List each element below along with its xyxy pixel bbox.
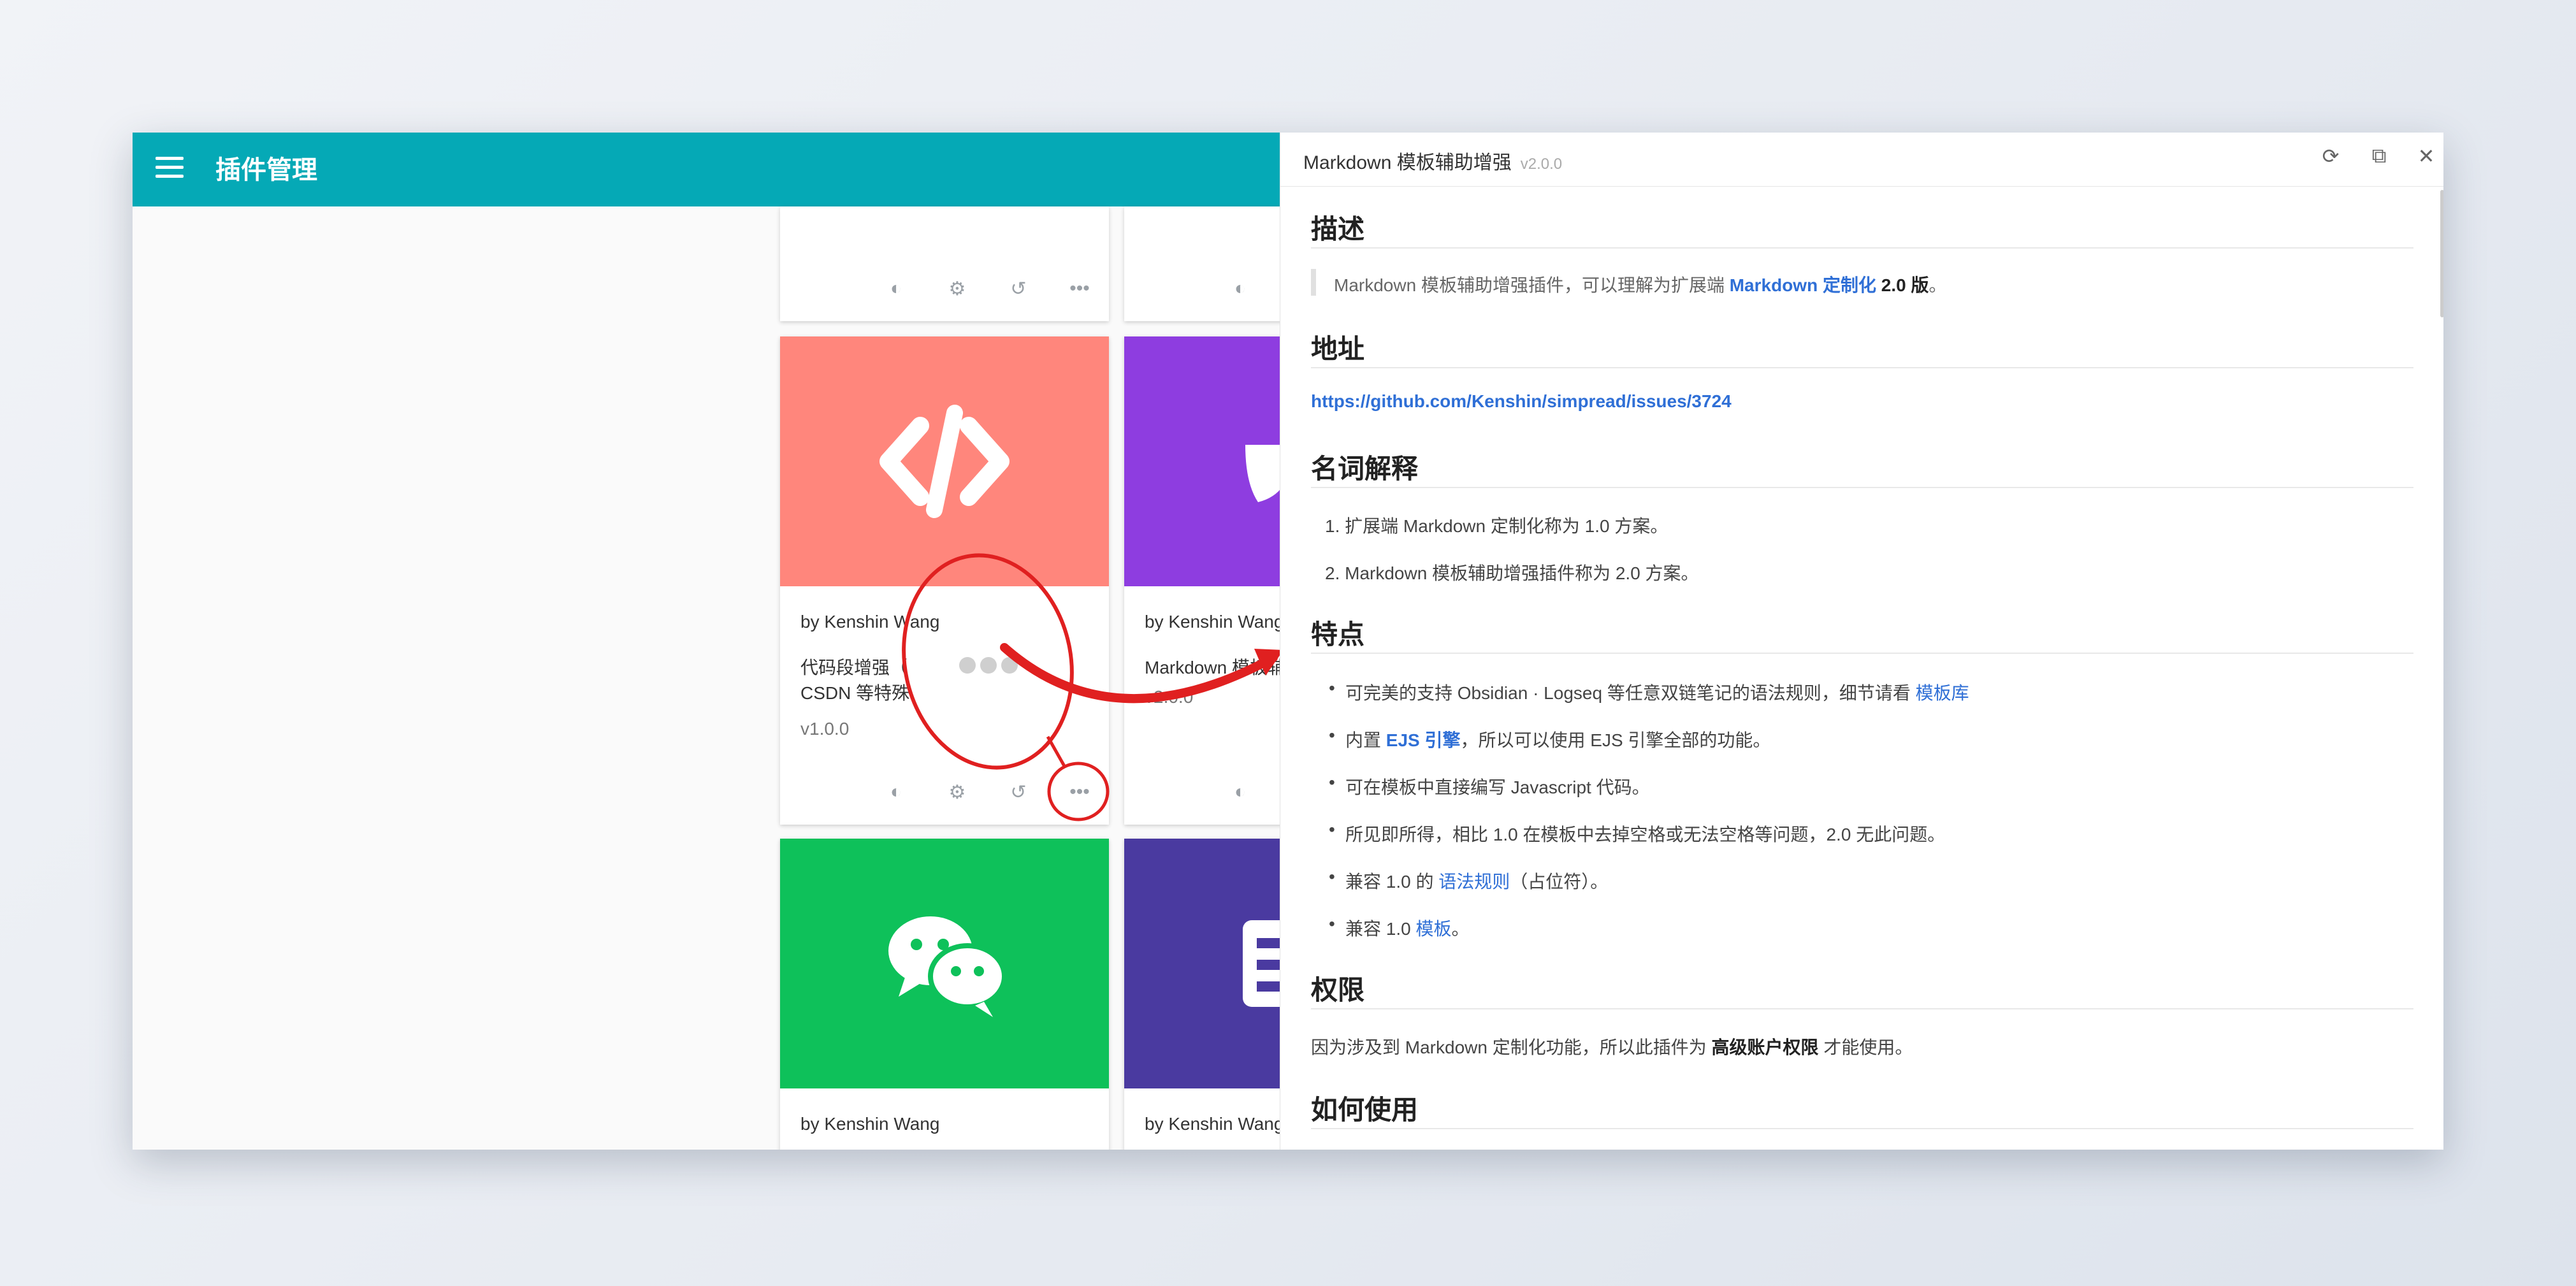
- panel-version: v2.0.0: [1520, 155, 1563, 173]
- app-window: 插件管理 ◐ ⚙ ↺ ••• ◐ by Kenshin Wang 代码段增强（ …: [133, 133, 2443, 1150]
- feature-text: （占位符）。: [1510, 872, 1609, 892]
- divider: [1311, 367, 2413, 368]
- section-heading-desc: 描述: [1311, 214, 1365, 244]
- plugin-detail-panel: Markdown 模板辅助增强 v2.0.0 ⟳ ⧉ ✕ 描述 Markdown …: [1280, 133, 2443, 1150]
- feature-text: 可完美的支持 Obsidian · Logseq 等任意双链笔记的语法规则，细节…: [1345, 683, 1911, 703]
- term-item: 2. Markdown 模板辅助增强插件称为 2.0 方案。: [1325, 563, 1699, 583]
- bullet: •: [1329, 678, 1335, 698]
- github-link[interactable]: https://github.com/Kenshin/simpread/issu…: [1311, 391, 1732, 412]
- feature-item: 可在模板中直接编写 Javascript 代码。: [1345, 777, 1650, 797]
- feature-item: 兼容 1.0 的 语法规则（占位符）。: [1345, 868, 1608, 893]
- permission-text-post: 才能使用。: [1823, 1037, 1913, 1057]
- ejs-engine-link[interactable]: EJS 引擎: [1386, 730, 1461, 750]
- section-heading-features: 特点: [1311, 619, 1365, 649]
- desc-text: Markdown 模板辅助增强插件，可以理解为扩展端: [1334, 275, 1725, 295]
- divider: [1311, 247, 2413, 249]
- advanced-account-label: 高级账户权限: [1711, 1037, 1819, 1057]
- bullet: •: [1329, 725, 1335, 745]
- section-heading-permission: 权限: [1311, 975, 1365, 1005]
- template-link[interactable]: 模板: [1416, 919, 1452, 939]
- blockquote-bar: [1311, 269, 1316, 296]
- syntax-rules-link[interactable]: 语法规则: [1438, 872, 1510, 892]
- panel-title: Markdown 模板辅助增强 v2.0.0: [1303, 147, 1562, 175]
- feature-item: 所见即所得，相比 1.0 在模板中去掉空格或无法空格等问题，2.0 无此问题。: [1345, 825, 1946, 844]
- panel-title-text: Markdown 模板辅助增强: [1303, 152, 1512, 173]
- divider: [1311, 1008, 2413, 1009]
- feature-item: 兼容 1.0 模板。: [1345, 915, 1470, 941]
- scrollbar[interactable]: [2440, 190, 2443, 317]
- permission-text-pre: 因为涉及到 Markdown 定制化功能，所以此插件为: [1311, 1037, 1707, 1057]
- refresh-icon[interactable]: ⟳: [2318, 144, 2343, 168]
- bullet: •: [1329, 820, 1335, 839]
- desc-end: 。: [1928, 275, 1947, 295]
- section-heading-usage: 如何使用: [1311, 1095, 1419, 1125]
- bullet: •: [1329, 914, 1335, 934]
- divider: [1311, 1128, 2413, 1129]
- bullet: •: [1329, 772, 1335, 792]
- desc-bold: 2.0 版: [1881, 275, 1929, 295]
- template-library-link[interactable]: 模板库: [1916, 683, 1969, 703]
- feature-text: 。: [1451, 919, 1470, 939]
- close-icon[interactable]: ✕: [2413, 144, 2439, 168]
- section-heading-address: 地址: [1311, 334, 1365, 364]
- bullet: •: [1329, 867, 1335, 886]
- divider: [1311, 487, 2413, 488]
- feature-text: 兼容 1.0 的: [1345, 872, 1434, 892]
- permission-text: 因为涉及到 Markdown 定制化功能，所以此插件为 高级账户权限 才能使用。: [1311, 1034, 1913, 1059]
- feature-text: ，所以可以使用 EJS 引擎全部的功能。: [1460, 730, 1771, 750]
- markdown-custom-link[interactable]: Markdown 定制化: [1730, 275, 1876, 295]
- divider: [1311, 653, 2413, 654]
- description-text: Markdown 模板辅助增强插件，可以理解为扩展端 Markdown 定制化 …: [1334, 271, 1947, 297]
- feature-text: 内置: [1345, 730, 1382, 750]
- feature-text: 兼容 1.0: [1345, 919, 1411, 939]
- external-link-icon[interactable]: ⧉: [2366, 144, 2392, 168]
- section-heading-terms: 名词解释: [1311, 454, 1419, 484]
- feature-item: 可完美的支持 Obsidian · Logseq 等任意双链笔记的语法规则，细节…: [1345, 679, 1969, 705]
- term-item: 1. 扩展端 Markdown 定制化称为 1.0 方案。: [1325, 516, 1668, 536]
- feature-item: 内置 EJS 引擎，所以可以使用 EJS 引擎全部的功能。: [1345, 726, 1770, 752]
- panel-header: Markdown 模板辅助增强 v2.0.0 ⟳ ⧉ ✕: [1280, 133, 2443, 187]
